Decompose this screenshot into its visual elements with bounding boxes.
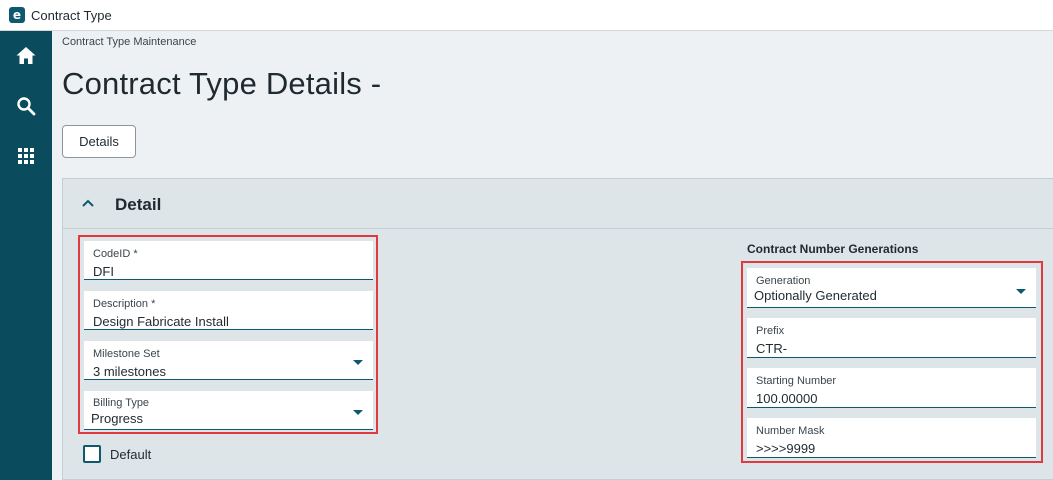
page-title: Contract Type Details - <box>62 66 382 101</box>
search-icon[interactable] <box>14 94 38 118</box>
contract-number-generations-title: Contract Number Generations <box>747 242 919 256</box>
default-checkbox[interactable] <box>83 445 101 463</box>
app-logo-icon: e <box>9 7 25 23</box>
default-checkbox-label[interactable]: Default <box>110 447 151 462</box>
detail-section-header[interactable]: Detail <box>63 179 1053 229</box>
breadcrumb[interactable]: Contract Type Maintenance <box>62 36 196 48</box>
left-fields-highlight <box>78 235 378 434</box>
window-titlebar: e Contract Type <box>0 0 1053 31</box>
section-title: Detail <box>115 195 162 214</box>
window-title: Contract Type <box>31 8 112 23</box>
grid-icon[interactable] <box>14 144 38 168</box>
generation-fields-highlight <box>741 261 1043 463</box>
sidebar <box>0 31 52 480</box>
tab-details[interactable]: Details <box>62 125 136 158</box>
chevron-up-icon[interactable] <box>81 196 95 210</box>
home-icon[interactable] <box>14 44 38 68</box>
